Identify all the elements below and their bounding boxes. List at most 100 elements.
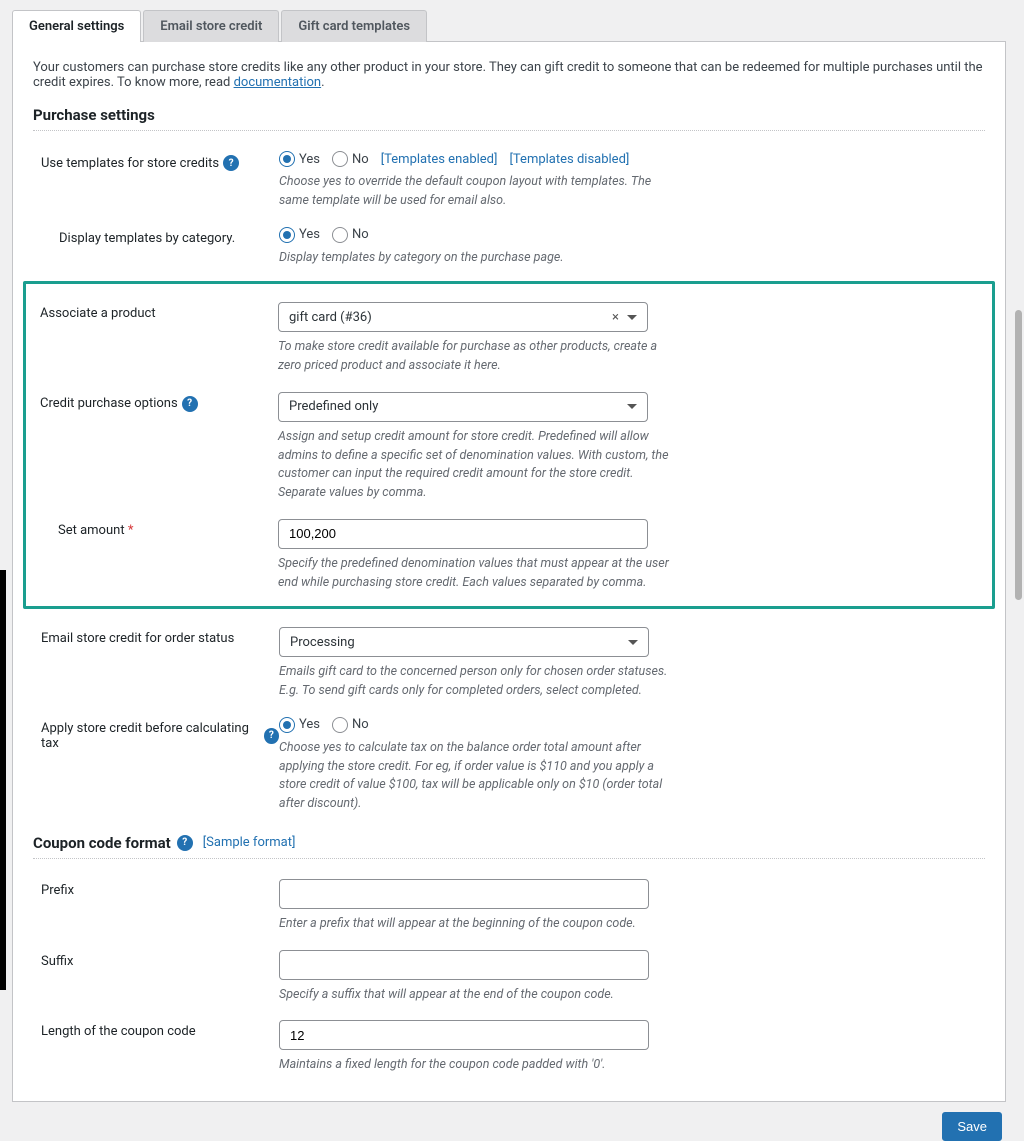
radio-label: No [352, 152, 369, 167]
radio-checked-icon [279, 151, 295, 167]
documentation-link[interactable]: documentation [234, 75, 322, 90]
tab-general[interactable]: General settings [12, 10, 141, 42]
label-use-templates: Use templates for store credits ? [33, 151, 279, 171]
radio-label: Yes [299, 227, 320, 242]
label-length: Length of the coupon code [33, 1020, 279, 1039]
intro-part2: . [321, 75, 324, 90]
row-credit-options: Credit purchase options ? Predefined onl… [32, 384, 986, 511]
label-text: Credit purchase options [40, 396, 178, 411]
prefix-input[interactable] [279, 879, 649, 909]
label-set-amount: Set amount * [32, 519, 278, 538]
suffix-field[interactable] [290, 957, 638, 972]
help-icon[interactable]: ? [264, 728, 279, 744]
display-category-yes[interactable]: Yes [279, 227, 320, 243]
purchase-settings-title: Purchase settings [33, 106, 985, 131]
settings-panel: Your customers can purchase store credit… [12, 41, 1006, 1102]
help-set-amount: Specify the predefined denomination valu… [278, 555, 678, 593]
before-tax-no[interactable]: No [332, 717, 369, 733]
associate-product-select[interactable]: gift card (#36) × [278, 302, 648, 332]
select-value: Predefined only [289, 399, 378, 414]
save-button[interactable]: Save [942, 1112, 1002, 1141]
coupon-format-title: Coupon code format ? [Sample format] [33, 834, 985, 859]
required-star: * [128, 523, 134, 538]
label-text: Email store credit for order status [41, 631, 234, 646]
help-length: Maintains a fixed length for the coupon … [279, 1056, 679, 1075]
chevron-down-icon [627, 404, 637, 409]
purchase-title-text: Purchase settings [33, 106, 155, 124]
row-before-tax: Apply store credit before calculating ta… [33, 709, 985, 822]
save-row: Save [12, 1102, 1018, 1141]
side-black-bar [0, 570, 6, 990]
chevron-down-icon [627, 315, 637, 320]
help-prefix: Enter a prefix that will appear at the b… [279, 915, 679, 934]
select-value: gift card (#36) [289, 310, 372, 325]
coupon-title-text: Coupon code format [33, 834, 171, 852]
label-text: Prefix [41, 883, 74, 898]
display-category-no[interactable]: No [332, 227, 369, 243]
set-amount-input[interactable] [278, 519, 648, 549]
label-credit-options: Credit purchase options ? [32, 392, 278, 412]
radio-checked-icon [279, 227, 295, 243]
sample-format-link[interactable]: [Sample format] [203, 835, 296, 850]
label-text: Display templates by category. [41, 231, 235, 246]
help-before-tax: Choose yes to calculate tax on the balan… [279, 739, 679, 814]
templates-disabled-link[interactable]: [Templates disabled] [509, 152, 629, 167]
credit-options-select[interactable]: Predefined only [278, 392, 648, 422]
radio-unchecked-icon [332, 227, 348, 243]
row-email-status: Email store credit for order status Proc… [33, 619, 985, 709]
scrollbar[interactable] [1015, 310, 1022, 600]
help-use-templates: Choose yes to override the default coupo… [279, 173, 679, 211]
select-value: Processing [290, 635, 355, 650]
length-field[interactable] [290, 1028, 638, 1043]
use-templates-yes[interactable]: Yes [279, 151, 320, 167]
label-text: Apply store credit before calculating ta… [41, 721, 260, 751]
label-display-category: Display templates by category. [33, 227, 279, 246]
label-email-status: Email store credit for order status [33, 627, 279, 646]
label-text: Suffix [41, 954, 73, 969]
radio-checked-icon [279, 717, 295, 733]
email-status-select[interactable]: Processing [279, 627, 649, 657]
radio-label: Yes [299, 152, 320, 167]
before-tax-yes[interactable]: Yes [279, 717, 320, 733]
clear-icon[interactable]: × [612, 310, 619, 325]
radio-label: Yes [299, 717, 320, 732]
set-amount-field[interactable] [289, 526, 637, 541]
intro-part1: Your customers can purchase store credit… [33, 60, 983, 90]
row-length: Length of the coupon code Maintains a fi… [33, 1012, 985, 1083]
label-associate-product: Associate a product [32, 302, 278, 321]
tab-gift[interactable]: Gift card templates [281, 10, 427, 42]
templates-enabled-link[interactable]: [Templates enabled] [381, 152, 498, 167]
highlight-box: Associate a product gift card (#36) × To… [23, 281, 995, 609]
label-before-tax: Apply store credit before calculating ta… [33, 717, 279, 751]
intro-text: Your customers can purchase store credit… [33, 60, 985, 90]
radio-unchecked-icon [332, 717, 348, 733]
tab-email[interactable]: Email store credit [143, 10, 279, 42]
help-display-category: Display templates by category on the pur… [279, 249, 679, 268]
row-use-templates: Use templates for store credits ? Yes No… [33, 143, 985, 219]
help-credit-options: Assign and setup credit amount for store… [278, 428, 678, 503]
radio-unchecked-icon [332, 151, 348, 167]
label-text: Associate a product [40, 306, 156, 321]
label-text: Use templates for store credits [41, 156, 219, 171]
help-associate: To make store credit available for purch… [278, 338, 678, 376]
help-icon[interactable]: ? [223, 155, 239, 171]
label-prefix: Prefix [33, 879, 279, 898]
row-prefix: Prefix Enter a prefix that will appear a… [33, 871, 985, 942]
use-templates-no[interactable]: No [332, 151, 369, 167]
row-display-category: Display templates by category. Yes No Di… [33, 219, 985, 276]
help-email-status: Emails gift card to the concerned person… [279, 663, 679, 701]
prefix-field[interactable] [290, 886, 638, 901]
chevron-down-icon [628, 640, 638, 645]
help-suffix: Specify a suffix that will appear at the… [279, 986, 679, 1005]
row-associate-product: Associate a product gift card (#36) × To… [32, 294, 986, 384]
suffix-input[interactable] [279, 950, 649, 980]
radio-label: No [352, 717, 369, 732]
row-set-amount: Set amount * Specify the predefined deno… [32, 511, 986, 601]
label-suffix: Suffix [33, 950, 279, 969]
tabs-bar: General settings Email store credit Gift… [12, 10, 1024, 42]
help-icon[interactable]: ? [182, 396, 198, 412]
length-input[interactable] [279, 1020, 649, 1050]
label-text: Length of the coupon code [41, 1024, 196, 1039]
radio-label: No [352, 227, 369, 242]
help-icon[interactable]: ? [177, 835, 193, 851]
